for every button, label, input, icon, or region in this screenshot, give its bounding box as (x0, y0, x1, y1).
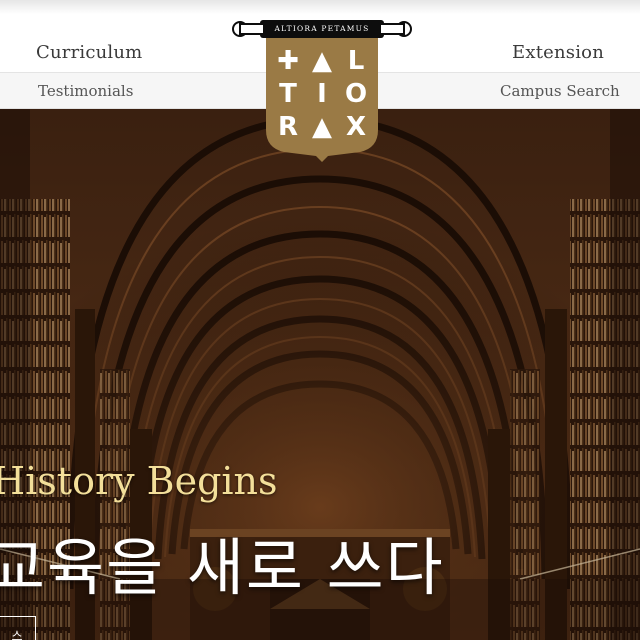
nav-curriculum[interactable]: Curriculum (36, 42, 142, 63)
nav-testimonials[interactable]: Testimonials (38, 82, 133, 100)
school-crest-logo[interactable]: ALTIORA PETAMUS ✚ ▲ L TIO R ▲ X (230, 14, 414, 164)
hero-banner: History Begins 교육을 새로 쓰다 스 (0, 109, 640, 640)
hero-title: 교육을 새로 쓰다 (0, 531, 445, 604)
crest-row-1: ✚ ▲ L (277, 46, 365, 76)
crest-row-3: R ▲ X (277, 112, 367, 142)
nav-campus-search[interactable]: Campus Search (500, 82, 620, 100)
hero-tagline: History Begins (0, 459, 278, 503)
hero-cta-button[interactable]: 스 (0, 616, 36, 640)
crest-row-2: TIO (279, 79, 368, 109)
crest-motto: ALTIORA PETAMUS (274, 24, 370, 33)
nav-extension[interactable]: Extension (512, 42, 604, 63)
